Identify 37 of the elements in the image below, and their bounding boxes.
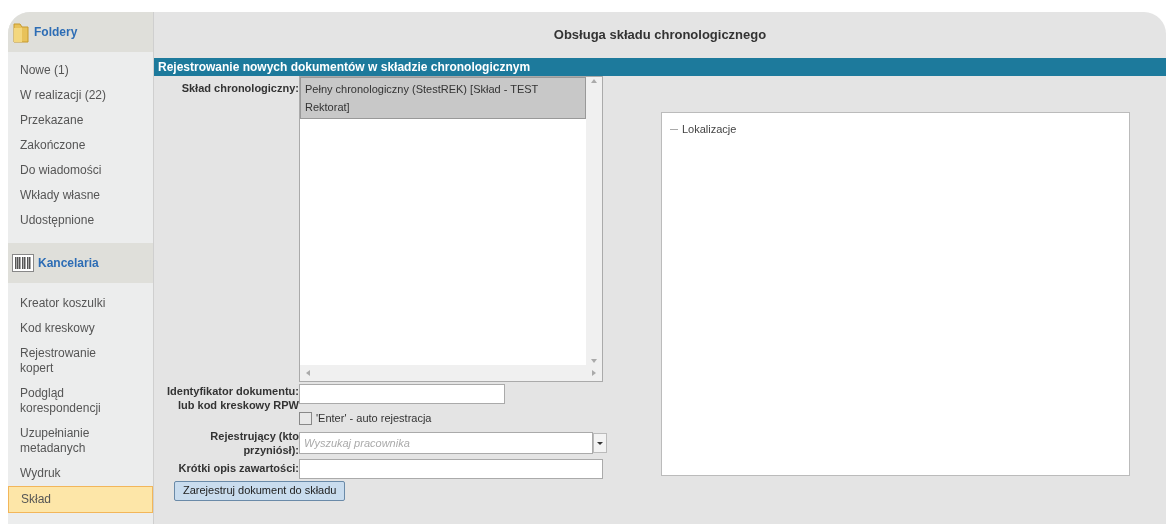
sidebar-item[interactable]: Nowe (1): [8, 58, 153, 83]
checkbox-label: 'Enter' - auto rejestracja: [316, 411, 432, 426]
horizontal-scrollbar[interactable]: [300, 365, 602, 381]
barcode-icon: [12, 254, 34, 272]
checkbox[interactable]: [299, 411, 312, 425]
section-title: Kancelaria: [38, 255, 99, 272]
store-list[interactable]: Pełny chronologiczny (StestREK) [Skład - TEST Rektorat]: [299, 76, 603, 382]
vertical-scrollbar[interactable]: [586, 77, 602, 365]
sidebar-item[interactable]: Wydruk: [8, 461, 153, 486]
sidebar-item[interactable]: Zakończone: [8, 133, 153, 158]
sidebar-item[interactable]: Kod kreskowy: [8, 316, 153, 341]
tree-item[interactable]: Lokalizacje: [682, 121, 737, 138]
sidebar-item[interactable]: Do wiadomości: [8, 158, 153, 183]
register-button[interactable]: Zarejestruj dokument do składu: [174, 480, 346, 501]
field-label: Identyfikator dokumentu: lub kod kreskowy RPW: [166, 384, 299, 413]
sidebar-item[interactable]: Skład: [8, 486, 153, 513]
scroll-left-icon[interactable]: [304, 369, 312, 377]
field-label: Rejestrujący (kto przyniósł):: [209, 428, 299, 457]
list-option[interactable]: Pełny chronologiczny (StestREK) [Skład - TEST Rektorat]: [300, 77, 586, 119]
section-title: Foldery: [34, 24, 78, 41]
sidebar-item[interactable]: Rejestrowanie kopert: [8, 341, 153, 381]
scroll-right-icon[interactable]: [590, 369, 598, 377]
description-field[interactable]: [299, 458, 603, 479]
section-header: Rejestrowanie nowych dokumentów w składzie chronologicznym: [154, 58, 1166, 76]
sidebar-item[interactable]: Wkłady własne: [8, 183, 153, 208]
field-label: Krótki opis zawartości:: [177, 461, 299, 477]
sidebar-item[interactable]: Przekazane: [8, 108, 153, 133]
sidebar-item[interactable]: Kreator koszulki: [8, 291, 153, 316]
sidebar-item[interactable]: W realizacji (22): [8, 83, 153, 108]
sidebar-item[interactable]: Udostępnione: [8, 208, 153, 233]
field-label: Skład chronologiczny:: [180, 81, 299, 96]
page-title: Obsługa składu chronologicznego: [553, 26, 767, 45]
folder-icon: [12, 20, 30, 44]
sidebar-item[interactable]: Uzupełnianie metadanych: [8, 421, 153, 461]
document-id-field[interactable]: [299, 384, 505, 404]
sidebar-item[interactable]: Podgląd korespondencji: [8, 381, 153, 421]
employee-search-field[interactable]: Wyszukaj pracownika: [299, 431, 593, 454]
